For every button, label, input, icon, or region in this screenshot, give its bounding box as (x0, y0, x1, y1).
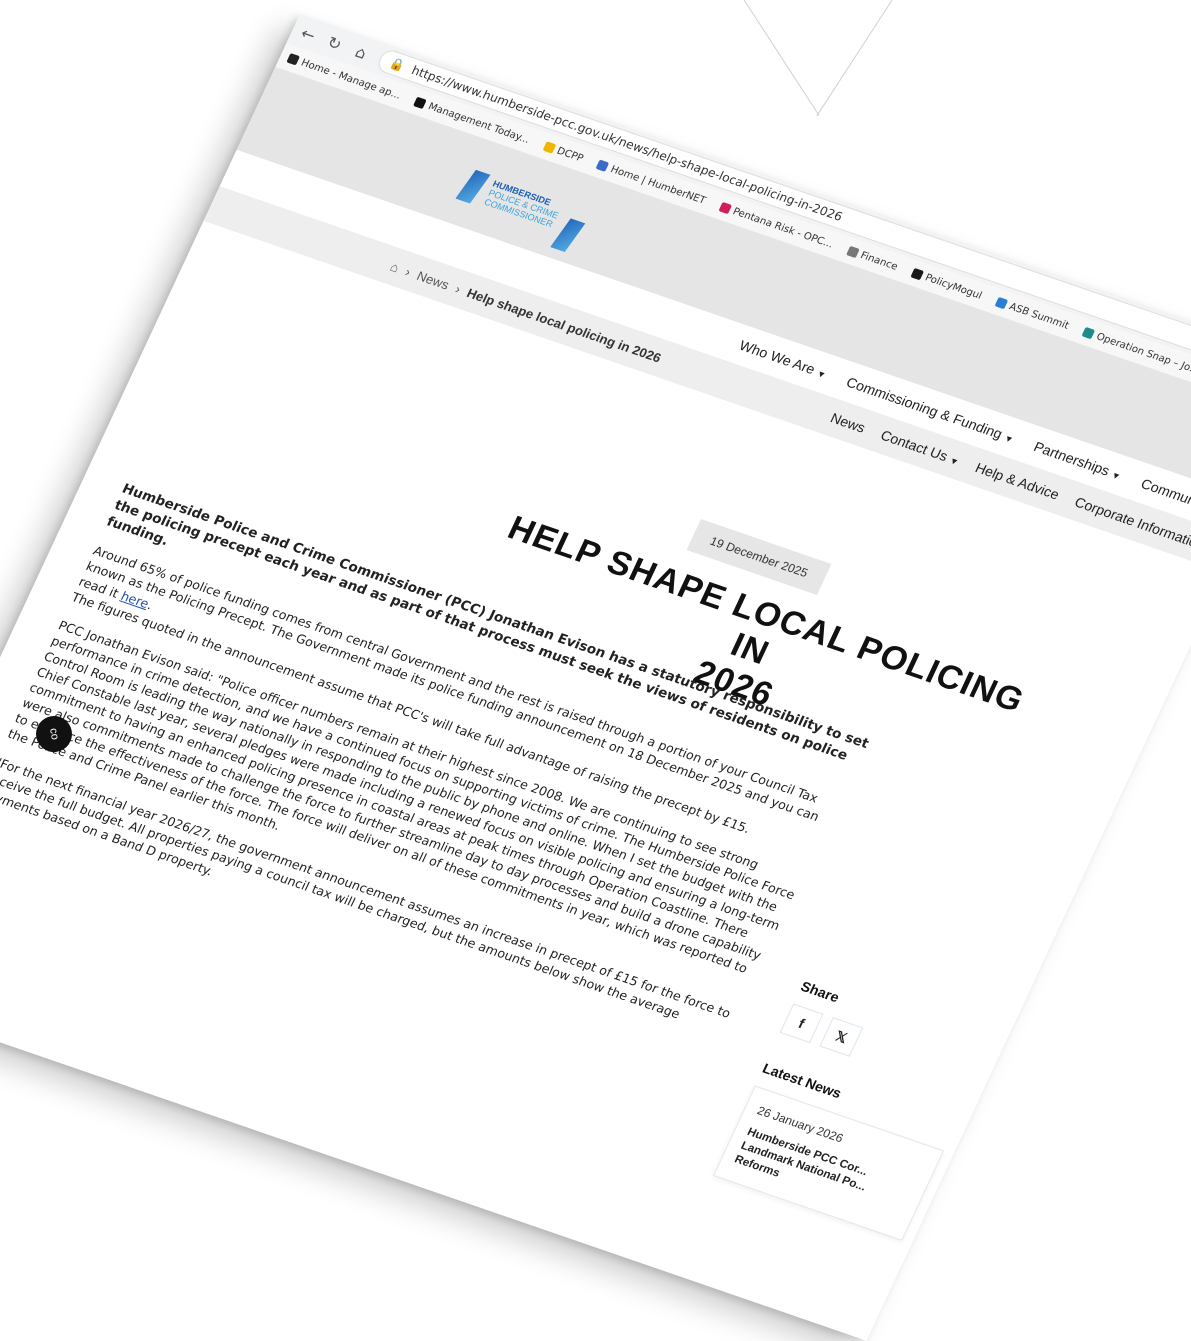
logo-mark-icon-2 (550, 216, 585, 254)
logo-text: HUMBERSIDE POLICE & CRIME COMMISSIONER (483, 179, 565, 230)
browser-window: ← ↻ ⌂ 🔒 https://www.humberside-pcc.gov.u… (0, 14, 1191, 1341)
breadcrumb-separator: › (453, 280, 464, 297)
x-twitter-icon[interactable]: 𝕏 (819, 1017, 864, 1057)
back-arrow-icon[interactable]: ← (297, 23, 320, 46)
bookmark-favicon-icon (845, 245, 860, 259)
caret-down-icon: ▼ (947, 455, 961, 468)
bookmark-favicon-icon (542, 141, 556, 154)
bookmark-favicon-icon (413, 96, 428, 110)
bookmark-label: DCPP (555, 145, 586, 164)
bookmark-favicon-icon (286, 53, 301, 66)
reload-icon[interactable]: ↻ (323, 32, 346, 55)
caret-down-icon: ▼ (1109, 469, 1123, 482)
caret-down-icon: ▼ (1002, 432, 1016, 445)
decorative-line-right (816, 0, 899, 117)
breadcrumb-separator: › (403, 263, 414, 279)
facebook-icon[interactable]: f (779, 1003, 824, 1044)
breadcrumb-news[interactable]: News (415, 268, 452, 292)
bookmark-favicon-icon (994, 296, 1009, 310)
bookmark-favicon-icon (718, 201, 732, 215)
bookmark-favicon-icon (910, 267, 924, 281)
home-breadcrumb-icon[interactable]: ⌂ (388, 259, 402, 275)
bookmark-favicon-icon (595, 159, 610, 172)
home-icon[interactable]: ⌂ (350, 41, 373, 64)
caret-down-icon: ▼ (815, 368, 828, 381)
nav-news[interactable]: News (828, 410, 868, 436)
bookmark-favicon-icon (1081, 326, 1096, 340)
bookmark-item[interactable]: DCPP (542, 141, 585, 164)
chat-button-label: co (47, 727, 61, 741)
lock-icon: 🔒 (387, 55, 408, 74)
decorative-line-left (737, 0, 820, 116)
bookmark-label: Finance (858, 249, 900, 273)
sidebar: Share f 𝕏 Latest News 26 January 2026 Hu… (712, 978, 994, 1241)
